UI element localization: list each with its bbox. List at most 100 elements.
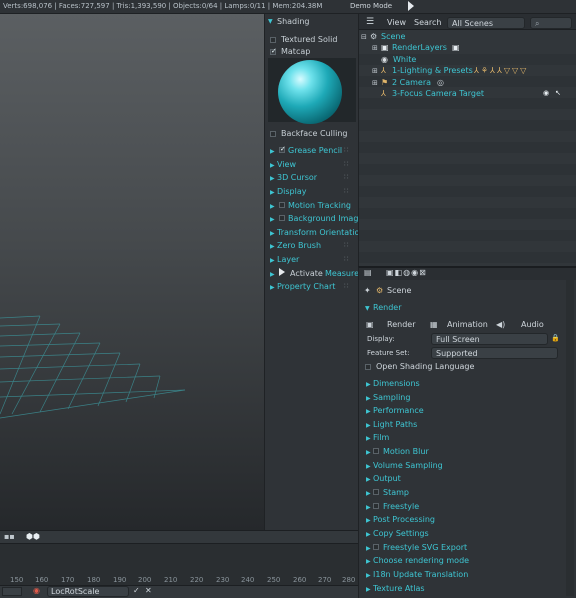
expand-triangle-icon[interactable]: ▶ [366, 422, 371, 429]
panel-property-chart[interactable]: Property Chart [277, 282, 335, 291]
panel-background-images[interactable]: Background Images [288, 214, 368, 223]
expand-triangle-icon[interactable]: ▶ [366, 572, 371, 579]
panel-view[interactable]: View [277, 160, 296, 169]
expand-triangle-icon[interactable]: ▶ [366, 504, 371, 511]
collapse-triangle-icon[interactable]: ▼ [268, 18, 273, 25]
section-choose-rendering-mode[interactable]: Choose rendering mode [373, 556, 469, 565]
expand-triangle-icon[interactable]: ▶ [270, 203, 275, 210]
scene-filter-dropdown[interactable]: All Scenes [447, 17, 525, 29]
textured-solid-checkbox[interactable] [270, 37, 276, 43]
section-output[interactable]: Output [373, 474, 401, 483]
expand-triangle-icon[interactable]: ▶ [366, 476, 371, 483]
expand-triangle-icon[interactable]: ▶ [270, 243, 275, 250]
activate-button[interactable]: Activate [290, 269, 323, 278]
delete-keyframe-icon[interactable]: ✕ [145, 586, 152, 595]
expand-triangle-icon[interactable]: ▶ [366, 586, 371, 593]
measure-button[interactable]: Measure [325, 269, 359, 278]
expand-triangle-icon[interactable]: ▶ [366, 408, 371, 415]
outliner-view-menu[interactable]: View [387, 18, 406, 27]
matcap-preview[interactable] [268, 58, 356, 124]
section-motion-blur[interactable]: Motion Blur [383, 447, 429, 456]
panel-display[interactable]: Display [277, 187, 307, 196]
expand-triangle-icon[interactable]: ▶ [366, 435, 371, 442]
stamp-checkbox[interactable] [373, 489, 379, 495]
expand-icon[interactable]: ⊞ [372, 79, 378, 87]
context-tabs-icons[interactable]: ▣◧◍◉⊠ [386, 268, 427, 277]
animation-button[interactable]: Animation [447, 320, 488, 329]
visibility-eye-icon[interactable]: ◉ [543, 89, 549, 97]
outliner-item-renderlayers[interactable]: RenderLayers [392, 43, 447, 52]
outliner-item-camera[interactable]: 2 Camera [392, 78, 431, 87]
keying-set-dropdown[interactable]: LocRotScale [47, 586, 129, 597]
expand-triangle-icon[interactable]: ▶ [270, 271, 275, 278]
grease-pencil-checkbox[interactable] [279, 145, 286, 153]
expand-triangle-icon[interactable]: ▶ [366, 395, 371, 402]
render-panel-title[interactable]: Render [373, 303, 401, 312]
3d-viewport[interactable] [0, 14, 264, 530]
outliner-item-scene[interactable]: Scene [381, 32, 405, 41]
freestyle-checkbox[interactable] [373, 503, 379, 509]
panel-3d-cursor[interactable]: 3D Cursor [277, 173, 317, 182]
outliner-item-white[interactable]: White [393, 55, 416, 64]
expand-triangle-icon[interactable]: ▶ [366, 558, 371, 565]
motion-tracking-checkbox[interactable] [279, 202, 285, 208]
expand-triangle-icon[interactable]: ▶ [270, 257, 275, 264]
record-icon[interactable]: ◉ [33, 586, 40, 595]
expand-triangle-icon[interactable]: ▶ [270, 284, 275, 291]
section-freestyle-svg-export[interactable]: Freestyle SVG Export [383, 543, 467, 552]
frame-field[interactable] [2, 587, 22, 596]
collapse-triangle-icon[interactable]: ▼ [365, 305, 370, 312]
outliner-item-lighting-presets[interactable]: 1-Lighting & Presets [392, 66, 473, 75]
panel-zero-brush[interactable]: Zero Brush [277, 241, 321, 250]
section-freestyle[interactable]: Freestyle [383, 502, 419, 511]
section-copy-settings[interactable]: Copy Settings [373, 529, 429, 538]
outliner-item-focus-target[interactable]: 3-Focus Camera Target [392, 89, 484, 98]
section-dimensions[interactable]: Dimensions [373, 379, 420, 388]
panel-grease-pencil[interactable]: Grease Pencil [288, 146, 342, 155]
expand-triangle-icon[interactable]: ▶ [366, 531, 371, 538]
section-post-processing[interactable]: Post Processing [373, 515, 435, 524]
collapse-icon[interactable]: ⊟ [361, 33, 367, 41]
shading-panel-title[interactable]: Shading [277, 17, 310, 26]
panel-transform-orientations[interactable]: Transform Orientations [277, 228, 369, 237]
expand-triangle-icon[interactable]: ▶ [366, 517, 371, 524]
feature-set-dropdown[interactable]: Supported [431, 347, 558, 359]
backface-culling-checkbox[interactable] [270, 131, 276, 137]
section-film[interactable]: Film [373, 433, 389, 442]
section-light-paths[interactable]: Light Paths [373, 420, 417, 429]
play-icon[interactable] [279, 268, 285, 276]
expand-triangle-icon[interactable]: ▶ [270, 216, 275, 223]
expand-triangle-icon[interactable]: ▶ [366, 545, 371, 552]
insert-keyframe-icon[interactable]: ✓ [133, 586, 140, 595]
expand-triangle-icon[interactable]: ▶ [270, 175, 275, 182]
properties-scrollbar[interactable] [566, 280, 574, 596]
render-button[interactable]: Render [387, 320, 415, 329]
expand-triangle-icon[interactable]: ▶ [366, 463, 371, 470]
lock-icon[interactable]: 🔒 [551, 334, 560, 342]
section-volume-sampling[interactable]: Volume Sampling [373, 461, 443, 470]
selectable-arrow-icon[interactable]: ↖ [555, 89, 561, 97]
expand-triangle-icon[interactable]: ▶ [366, 449, 371, 456]
matcap-checkbox[interactable] [270, 47, 277, 55]
expand-triangle-icon[interactable]: ▶ [366, 381, 371, 388]
expand-icon[interactable]: ⊞ [372, 44, 378, 52]
freestyle-svg-checkbox[interactable] [373, 544, 379, 550]
expand-triangle-icon[interactable]: ▶ [270, 148, 275, 155]
outliner-search-input[interactable]: ⌕ [530, 17, 572, 29]
panel-layer[interactable]: Layer [277, 255, 299, 264]
background-images-checkbox[interactable] [279, 215, 285, 221]
keyframe-tools-icons[interactable]: ⬢⬢ [26, 532, 40, 541]
expand-triangle-icon[interactable]: ▶ [270, 189, 275, 196]
audio-button[interactable]: Audio [521, 320, 544, 329]
expand-triangle-icon[interactable]: ▶ [270, 162, 275, 169]
panel-motion-tracking[interactable]: Motion Tracking [288, 201, 351, 210]
osl-checkbox[interactable] [365, 364, 371, 370]
editor-type-icon[interactable]: ▤ [364, 268, 372, 277]
motion-blur-checkbox[interactable] [373, 448, 379, 454]
expand-icon[interactable]: ⊞ [372, 67, 378, 75]
outliner-search-menu[interactable]: Search [414, 18, 441, 27]
section-i18n-update-translation[interactable]: I18n Update Translation [373, 570, 468, 579]
section-sampling[interactable]: Sampling [373, 393, 410, 402]
expand-triangle-icon[interactable]: ▶ [366, 490, 371, 497]
play-icon[interactable] [408, 1, 414, 11]
